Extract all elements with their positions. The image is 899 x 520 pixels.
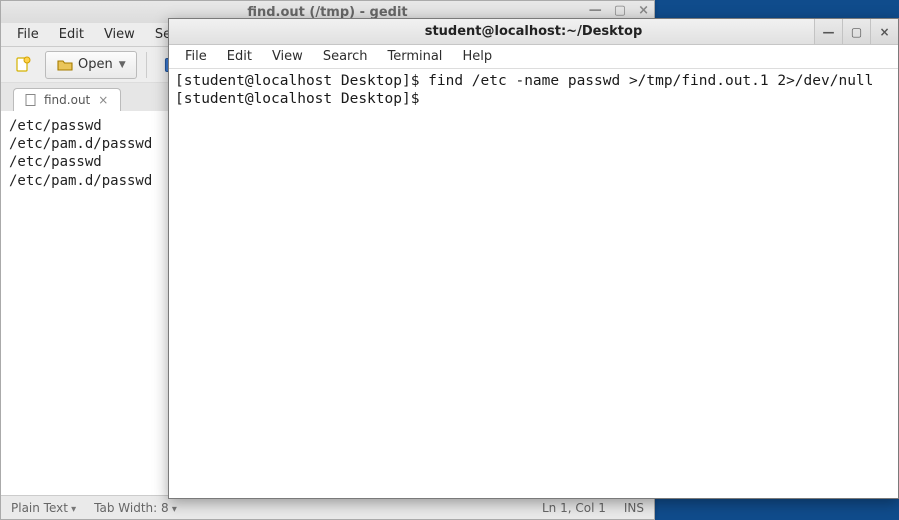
gedit-menu-file[interactable]: File	[7, 24, 49, 45]
terminal-maximize-button[interactable]: ▢	[842, 19, 870, 44]
document-icon	[24, 93, 38, 107]
terminal-close-button[interactable]: ×	[870, 19, 898, 44]
terminal-window: student@localhost:~/Desktop — ▢ × File E…	[168, 18, 899, 499]
status-tabwidth[interactable]: Tab Width: 8	[94, 501, 177, 515]
terminal-menu-terminal[interactable]: Terminal	[377, 46, 452, 67]
terminal-title: student@localhost:~/Desktop	[425, 24, 643, 39]
gedit-minimize-button[interactable]: —	[589, 3, 602, 18]
status-cursor-pos: Ln 1, Col 1	[542, 501, 606, 515]
terminal-body[interactable]: [student@localhost Desktop]$ find /etc -…	[169, 69, 898, 498]
new-document-button[interactable]	[7, 51, 39, 79]
terminal-menu-file[interactable]: File	[175, 46, 217, 67]
toolbar-separator	[146, 52, 147, 78]
terminal-minimize-button[interactable]: —	[814, 19, 842, 44]
terminal-menu-search[interactable]: Search	[313, 46, 378, 67]
gedit-menu-edit[interactable]: Edit	[49, 24, 94, 45]
folder-open-icon	[56, 56, 74, 74]
chevron-down-icon: ▼	[119, 60, 126, 70]
gedit-maximize-button[interactable]: ▢	[614, 3, 626, 18]
gedit-close-button[interactable]: ×	[638, 3, 649, 18]
terminal-menu-edit[interactable]: Edit	[217, 46, 262, 67]
terminal-titlebar[interactable]: student@localhost:~/Desktop — ▢ ×	[169, 19, 898, 45]
open-button-label: Open	[78, 57, 113, 72]
status-syntax[interactable]: Plain Text	[11, 501, 76, 515]
terminal-menubar: File Edit View Search Terminal Help	[169, 45, 898, 69]
open-button[interactable]: Open ▼	[45, 51, 137, 79]
tab-find-out[interactable]: find.out ×	[13, 88, 121, 111]
tab-label: find.out	[44, 93, 90, 107]
terminal-menu-view[interactable]: View	[262, 46, 313, 67]
status-ins: INS	[624, 501, 644, 515]
tab-close-icon[interactable]: ×	[96, 93, 110, 107]
gedit-menu-view[interactable]: View	[94, 24, 145, 45]
new-file-icon	[14, 56, 32, 74]
terminal-menu-help[interactable]: Help	[452, 46, 502, 67]
